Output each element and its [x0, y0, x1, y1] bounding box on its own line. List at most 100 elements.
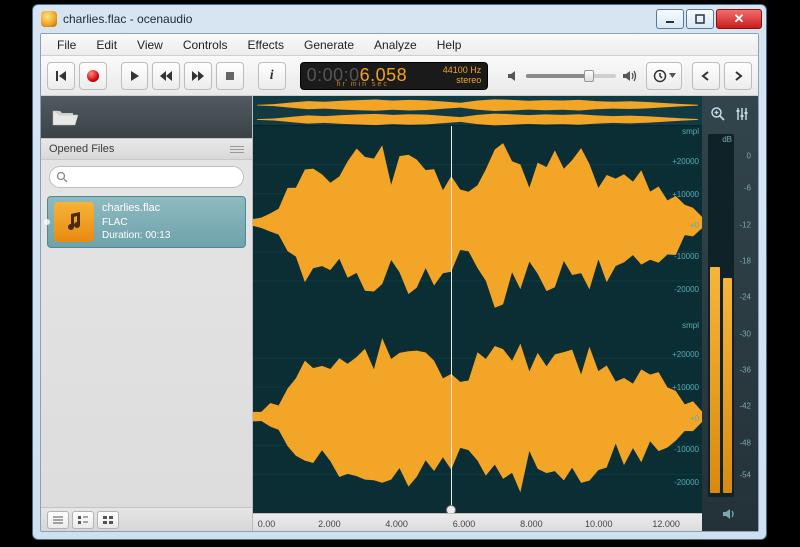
view-grid-button[interactable] [97, 511, 119, 529]
time-tick: 8.000 [520, 519, 543, 529]
sidebar-header[interactable] [41, 96, 252, 138]
amp-tick: -10000 [674, 252, 699, 261]
grip-icon [230, 146, 244, 153]
level-bar-left [710, 267, 720, 493]
time-tick: 0.00 [258, 519, 276, 529]
go-start-button[interactable] [47, 62, 75, 90]
right-panel: dB 0 -6 -12 -18 -24 -30 -36 -42 -48 [702, 96, 758, 531]
view-list-button[interactable] [47, 511, 69, 529]
menu-generate[interactable]: Generate [294, 36, 364, 54]
amp-tick: +10000 [672, 383, 699, 392]
sidebar-section-label[interactable]: Opened Files [41, 138, 252, 160]
sidebar: Opened Files charlies.flac [41, 96, 253, 531]
waveform-canvas [253, 126, 702, 513]
titlebar[interactable]: charlies.flac - ocenaudio ✕ [33, 5, 766, 33]
fast-forward-button[interactable] [184, 62, 212, 90]
record-icon [87, 70, 99, 82]
play-button[interactable] [121, 62, 149, 90]
toolbar: i 0:00:06.058 hr min sec 44100 Hz stereo [41, 56, 758, 96]
time-tick: 10.000 [585, 519, 613, 529]
menu-view[interactable]: View [127, 36, 173, 54]
menu-file[interactable]: File [47, 36, 86, 54]
file-meta: charlies.flac FLAC Duration: 00:13 [102, 201, 170, 243]
history-icon [653, 69, 667, 83]
view-detail-button[interactable] [72, 511, 94, 529]
amp-tick: -10000 [674, 445, 699, 454]
time-ruler[interactable]: 0.00 2.000 4.000 6.000 8.000 10.000 12.0… [253, 513, 702, 531]
close-button[interactable]: ✕ [716, 9, 762, 29]
search-input[interactable] [72, 171, 237, 183]
volume-fill [526, 74, 589, 78]
waveform-overview[interactable] [253, 96, 702, 126]
sample-unit-label: smpl [682, 321, 699, 330]
meter-tick: -42 [739, 402, 751, 411]
record-button[interactable] [79, 62, 107, 90]
waveform-channels[interactable]: smpl +20000 +10000 +0 -10000 -20000 smpl… [253, 126, 702, 513]
meter-tick: -48 [739, 438, 751, 447]
folder-open-icon [51, 106, 79, 128]
db-label: dB [722, 135, 732, 144]
file-item[interactable]: charlies.flac FLAC Duration: 00:13 [47, 196, 246, 248]
history-button[interactable] [646, 62, 682, 90]
tuning-icon [734, 106, 750, 122]
speaker-icon [722, 507, 738, 521]
music-note-icon [62, 210, 86, 234]
time-format-info: 44100 Hz stereo [443, 66, 482, 85]
menu-help[interactable]: Help [427, 36, 472, 54]
volume-low-icon [506, 69, 520, 83]
nav-next-button[interactable] [724, 62, 752, 90]
meter-bars: dB [708, 134, 734, 497]
info-icon: i [270, 68, 274, 84]
search-icon [56, 171, 68, 183]
window-frame: charlies.flac - ocenaudio ✕ File Edit Vi… [32, 4, 767, 540]
meter-tick: 0 [747, 151, 751, 160]
volume-control [506, 69, 638, 83]
file-duration: Duration: 00:13 [102, 229, 170, 243]
amp-tick: +0 [690, 221, 699, 230]
file-name: charlies.flac [102, 201, 170, 216]
file-thumbnail [54, 202, 94, 242]
mute-button[interactable] [706, 503, 754, 525]
meter-tick: -54 [739, 471, 751, 480]
amp-tick: -20000 [674, 478, 699, 487]
active-indicator-icon [44, 219, 50, 225]
volume-thumb[interactable] [584, 70, 594, 82]
menu-controls[interactable]: Controls [173, 36, 238, 54]
time-display[interactable]: 0:00:06.058 hr min sec 44100 Hz stereo [300, 62, 489, 90]
sidebar-footer [41, 507, 252, 531]
zoom-in-icon [710, 106, 726, 122]
level-meter: dB 0 -6 -12 -18 -24 -30 -36 -42 -48 [706, 130, 754, 499]
level-bar-right [723, 278, 733, 493]
time-tick: 4.000 [385, 519, 408, 529]
stop-button[interactable] [216, 62, 244, 90]
volume-high-icon [622, 69, 638, 83]
tuning-button[interactable] [732, 104, 752, 124]
amp-tick: -20000 [674, 285, 699, 294]
sample-unit-label: smpl [682, 127, 699, 136]
time-tick: 12.000 [652, 519, 680, 529]
meter-tick: -18 [739, 257, 751, 266]
zoom-in-button[interactable] [708, 104, 728, 124]
amp-tick: +10000 [672, 190, 699, 199]
menu-analyze[interactable]: Analyze [364, 36, 427, 54]
nav-prev-button[interactable] [692, 62, 720, 90]
menu-effects[interactable]: Effects [238, 36, 294, 54]
maximize-button[interactable] [686, 9, 714, 29]
meter-tick: -30 [739, 329, 751, 338]
rewind-button[interactable] [152, 62, 180, 90]
file-format: FLAC [102, 216, 170, 230]
time-tick: 6.000 [453, 519, 476, 529]
window-title: charlies.flac - ocenaudio [63, 12, 192, 26]
meter-scale: 0 -6 -12 -18 -24 -30 -36 -42 -48 -54 [736, 134, 752, 497]
info-button[interactable]: i [258, 62, 286, 90]
menu-edit[interactable]: Edit [86, 36, 127, 54]
volume-slider[interactable] [526, 74, 616, 78]
minimize-button[interactable] [656, 9, 684, 29]
amp-tick: +0 [690, 414, 699, 423]
meter-tick: -24 [739, 293, 751, 302]
meter-tick: -6 [744, 184, 751, 193]
app-content: File Edit View Controls Effects Generate… [40, 33, 759, 532]
search-field[interactable] [49, 166, 244, 188]
playhead-cursor[interactable] [451, 126, 452, 513]
meter-tick: -36 [739, 365, 751, 374]
